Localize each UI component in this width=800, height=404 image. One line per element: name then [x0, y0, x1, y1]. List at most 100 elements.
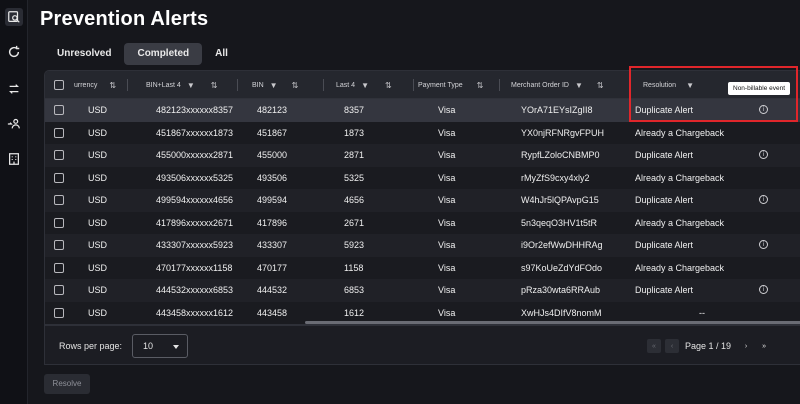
- filter-icon[interactable]: ▼: [187, 81, 195, 90]
- order-id-cell: 5n3qeqO3HV1t5tR: [521, 217, 598, 228]
- order-id-cell: YX0njRFNRgvFPUH: [521, 127, 605, 138]
- bin-last4-cell: 470177xxxxxx1158: [156, 262, 233, 273]
- filter-icon[interactable]: ▼: [575, 81, 583, 90]
- rows-per-page-select[interactable]: 10: [132, 334, 188, 358]
- select-all-checkbox[interactable]: [54, 80, 64, 90]
- order-id-cell: pRza30wta6RRAub: [521, 285, 601, 295]
- user-flow-icon[interactable]: [5, 115, 23, 133]
- column-header-bin[interactable]: BIN ▼ ⇅: [238, 71, 324, 99]
- row-checkbox[interactable]: [54, 307, 64, 318]
- prev-page-icon[interactable]: ‹: [665, 339, 679, 353]
- bin-last4-cell: 444532xxxxxx6853: [156, 285, 234, 295]
- row-checkbox[interactable]: [54, 150, 64, 160]
- bin-cell: 417896: [257, 217, 288, 228]
- sort-icon[interactable]: ⇅: [597, 81, 604, 90]
- transfer-icon[interactable]: [5, 80, 23, 98]
- bin-last4-cell: 417896xxxxxx2671: [156, 217, 234, 228]
- bin-last4-cell: 451867xxxxxx1873: [156, 127, 234, 138]
- table-row[interactable]: USD 493506xxxxxx5325 493506 5325 Visa rM…: [45, 166, 800, 189]
- payment-type-cell: Visa: [438, 195, 456, 205]
- tab-bar: Unresolved Completed All: [44, 43, 241, 65]
- rows-per-page-label: Rows per page:: [59, 341, 123, 351]
- bin-cell: 444532: [257, 285, 288, 295]
- sort-icon[interactable]: ⇅: [211, 81, 218, 90]
- last4-cell: 6853: [344, 285, 365, 295]
- row-checkbox[interactable]: [54, 285, 64, 295]
- tab-completed[interactable]: Completed: [124, 43, 203, 65]
- row-checkbox[interactable]: [54, 195, 64, 205]
- last4-cell: 1873: [344, 127, 365, 138]
- chevron-down-icon: [173, 345, 179, 349]
- filter-icon[interactable]: ▼: [361, 81, 369, 90]
- horizontal-scrollbar[interactable]: [305, 321, 800, 324]
- resolution-cell: Duplicate Alert: [635, 195, 694, 205]
- column-header-last4[interactable]: Last 4 ▼ ⇅: [324, 71, 414, 99]
- filter-icon[interactable]: ▼: [270, 81, 278, 90]
- info-icon[interactable]: i: [759, 285, 768, 294]
- table-row[interactable]: USD 499594xxxxxx4656 499594 4656 Visa W4…: [45, 189, 800, 212]
- resolution-cell: Duplicate Alert: [635, 150, 694, 160]
- currency-cell: USD: [88, 307, 108, 318]
- payment-type-cell: Visa: [438, 262, 456, 273]
- first-page-icon[interactable]: «: [647, 339, 661, 353]
- table-footer: Rows per page: 10 « ‹ Page 1 / 19 › »: [44, 325, 800, 365]
- info-icon[interactable]: i: [759, 150, 768, 159]
- tooltip: Non-billable event: [728, 82, 791, 95]
- info-icon[interactable]: i: [759, 195, 768, 204]
- order-id-cell: rMyZfS9cxy4xly2: [521, 172, 590, 183]
- table-row[interactable]: USD 455000xxxxxx2871 455000 2871 Visa Ry…: [45, 144, 800, 167]
- column-header-merchant-order-id[interactable]: Merchant Order ID ▼ ⇅: [500, 71, 630, 99]
- page-info: Page 1 / 19: [685, 341, 732, 351]
- sort-icon[interactable]: ⇅: [477, 81, 484, 90]
- row-checkbox[interactable]: [54, 172, 64, 183]
- row-checkbox[interactable]: [54, 262, 64, 273]
- last4-cell: 2871: [344, 150, 365, 160]
- row-checkbox[interactable]: [54, 105, 64, 115]
- bin-cell: 451867: [257, 127, 288, 138]
- order-id-cell: YOrA71EYsIZgII8: [521, 105, 593, 115]
- table-row[interactable]: USD 417896xxxxxx2671 417896 2671 Visa 5n…: [45, 211, 800, 234]
- next-page-icon[interactable]: ›: [739, 339, 753, 353]
- resolution-cell: Already a Chargeback: [635, 262, 725, 273]
- sort-icon[interactable]: ⇅: [385, 81, 392, 90]
- bin-cell: 455000: [257, 150, 288, 160]
- currency-cell: USD: [88, 172, 108, 183]
- payment-type-cell: Visa: [438, 217, 456, 228]
- info-icon[interactable]: i: [759, 240, 768, 249]
- row-checkbox[interactable]: [54, 217, 64, 228]
- page-title: Prevention Alerts: [40, 8, 209, 30]
- bin-cell: 493506: [257, 172, 288, 183]
- column-header-currency[interactable]: urrency ⇅: [74, 71, 128, 99]
- alerts-search-icon[interactable]: [5, 8, 23, 26]
- table-row[interactable]: USD 433307xxxxxx5923 433307 5923 Visa i9…: [45, 234, 800, 257]
- currency-cell: USD: [88, 127, 108, 138]
- currency-cell: USD: [88, 105, 108, 115]
- sort-icon[interactable]: ⇅: [292, 81, 299, 90]
- currency-cell: USD: [88, 240, 108, 250]
- currency-cell: USD: [88, 150, 108, 160]
- resolve-button[interactable]: Resolve: [44, 374, 90, 394]
- table-row[interactable]: USD 451867xxxxxx1873 451867 1873 Visa YX…: [45, 121, 800, 144]
- table-row[interactable]: USD 444532xxxxxx6853 444532 6853 Visa pR…: [45, 279, 800, 302]
- payment-type-cell: Visa: [438, 285, 456, 295]
- row-checkbox[interactable]: [54, 127, 64, 138]
- sidebar: [0, 0, 28, 404]
- last-page-icon[interactable]: »: [757, 339, 771, 353]
- resolution-cell: Already a Chargeback: [635, 217, 725, 228]
- resolution-cell: Duplicate Alert: [635, 240, 694, 250]
- payment-type-cell: Visa: [438, 240, 456, 250]
- sort-icon[interactable]: ⇅: [109, 81, 116, 90]
- last4-cell: 1158: [344, 262, 364, 273]
- refresh-icon[interactable]: [5, 43, 23, 61]
- building-icon[interactable]: [5, 150, 23, 168]
- payment-type-cell: Visa: [438, 150, 456, 160]
- row-checkbox[interactable]: [54, 240, 64, 250]
- bin-cell: 499594: [257, 195, 288, 205]
- column-header-bin-last4[interactable]: BIN+Last 4 ▼ ⇅: [128, 71, 238, 99]
- tab-unresolved[interactable]: Unresolved: [44, 43, 124, 65]
- column-header-payment-type[interactable]: Payment Type ⇅: [414, 71, 500, 99]
- currency-cell: USD: [88, 285, 108, 295]
- tab-all[interactable]: All: [202, 43, 241, 65]
- table-row[interactable]: USD 470177xxxxxx1158 470177 1158 Visa s9…: [45, 256, 800, 279]
- currency-cell: USD: [88, 195, 108, 205]
